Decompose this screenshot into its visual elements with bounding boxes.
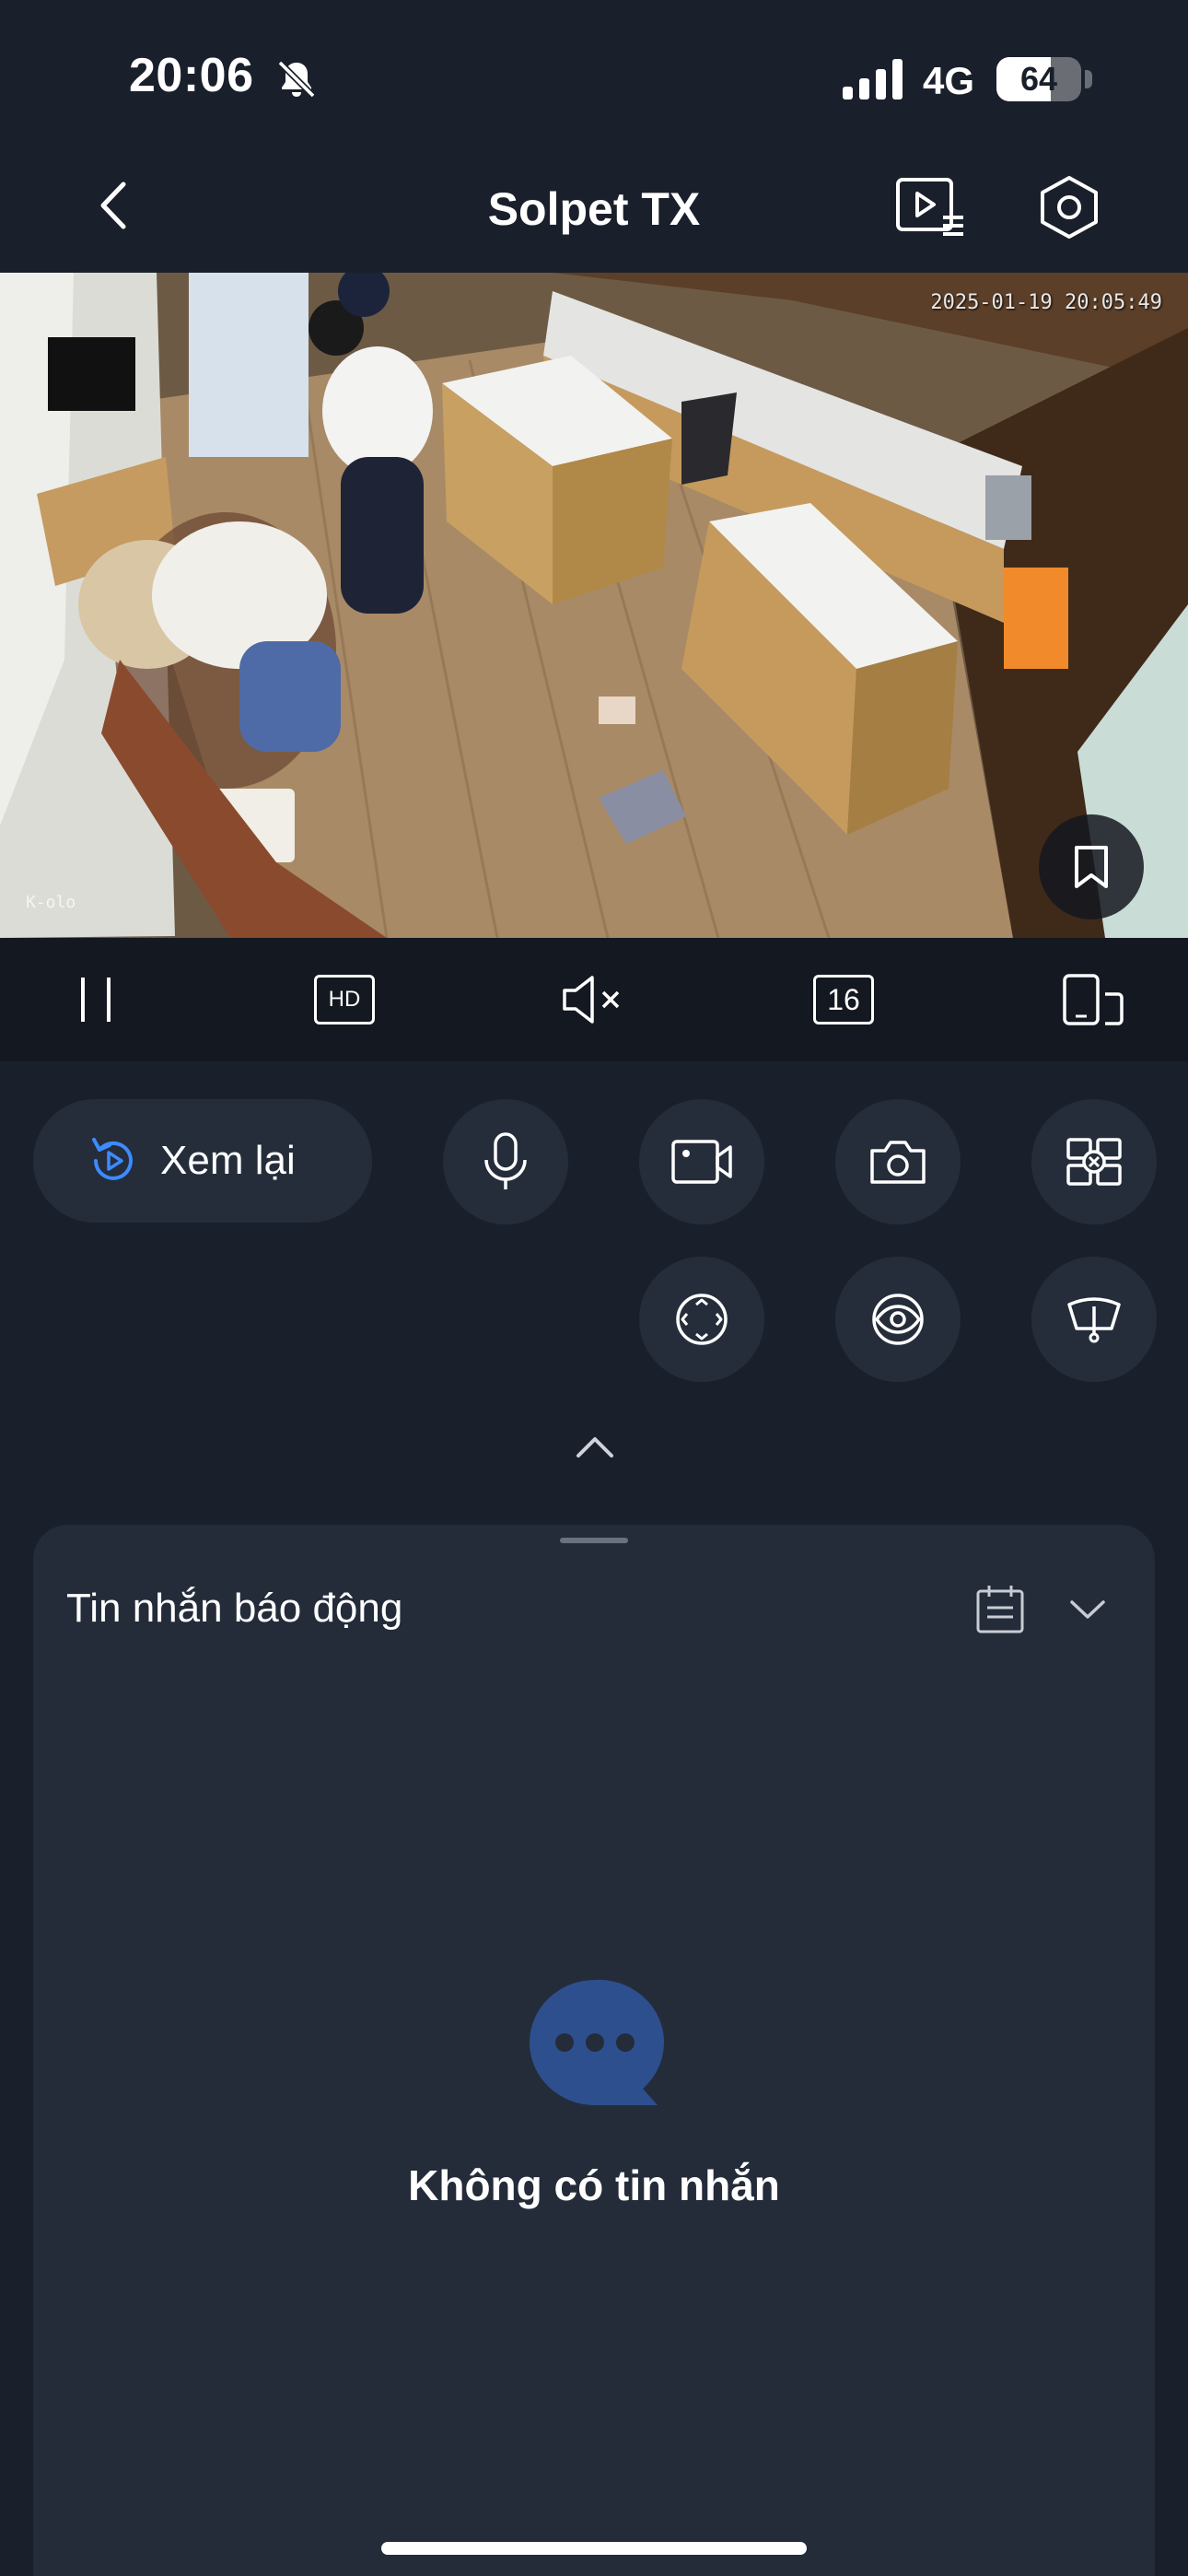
mute-button[interactable] [558,967,628,1032]
empty-state-message: Không có tin nhắn [408,2161,780,2209]
ptz-icon [676,1294,728,1345]
bookmark-button[interactable] [1039,814,1144,919]
chevron-up-icon[interactable] [567,1426,623,1467]
battery-icon: 64 [996,57,1081,101]
replay-button[interactable]: Xem lại [33,1099,372,1223]
microphone-icon [484,1132,527,1189]
nav-bar: Solpet TX [0,138,1188,272]
battery-cap [1085,70,1092,88]
multi-screen-button[interactable] [1031,1099,1157,1224]
chat-bubble-icon [530,1979,664,2105]
camera-video-feed[interactable]: 2025-01-19 20:05:49 K-olo [0,273,1188,938]
split-16-icon: 16 [813,975,874,1025]
wiper-icon [1067,1297,1121,1343]
talk-button[interactable] [443,1099,568,1224]
pause-button[interactable] [68,967,123,1032]
back-button[interactable] [83,173,147,238]
player-toolbar: HD 16 [0,938,1188,1061]
camera-scene-image [0,273,1188,938]
rotate-device-icon [1063,974,1124,1025]
video-watermark: K-olo [26,893,76,912]
replay-icon [92,1138,133,1180]
drag-handle[interactable] [560,1538,628,1543]
video-timestamp: 2025-01-19 20:05:49 [930,291,1162,314]
rotate-device-button[interactable] [1059,967,1127,1032]
calendar-icon[interactable] [973,1582,1028,1637]
privacy-eye-icon [872,1294,924,1345]
ptz-button[interactable] [639,1257,764,1382]
multi-screen-icon [1066,1138,1122,1186]
hd-icon: HD [314,975,375,1025]
settings-hexagon-icon[interactable] [1039,175,1100,240]
alarm-panel-title: Tin nhắn báo động [66,1586,403,1631]
playback-list-icon[interactable] [895,177,965,238]
quality-hd-button[interactable]: HD [311,967,378,1032]
chevron-down-icon[interactable] [1066,1591,1109,1628]
replay-label: Xem lại [160,1138,296,1183]
status-time: 20:06 [129,49,254,102]
wiper-button[interactable] [1031,1257,1157,1382]
record-button[interactable] [639,1099,764,1224]
battery-percent: 64 [1019,60,1058,98]
snapshot-button[interactable] [835,1099,961,1224]
status-bar: 20:06 4G 64 [0,0,1188,138]
video-record-icon [671,1140,732,1184]
page-title: Solpet TX [487,183,701,235]
alarm-messages-panel: Tin nhắn báo động Không có tin nhắn [33,1525,1155,2576]
bell-slash-icon [277,60,316,99]
split-screen-button[interactable]: 16 [810,967,877,1032]
speaker-muted-icon [563,976,620,1024]
home-indicator[interactable] [381,2542,807,2555]
privacy-button[interactable] [835,1257,961,1382]
cellular-signal-icon [843,59,903,100]
pause-icon [81,978,111,1022]
camera-icon [870,1141,926,1184]
bookmark-icon [1075,846,1108,888]
network-type: 4G [923,59,975,102]
